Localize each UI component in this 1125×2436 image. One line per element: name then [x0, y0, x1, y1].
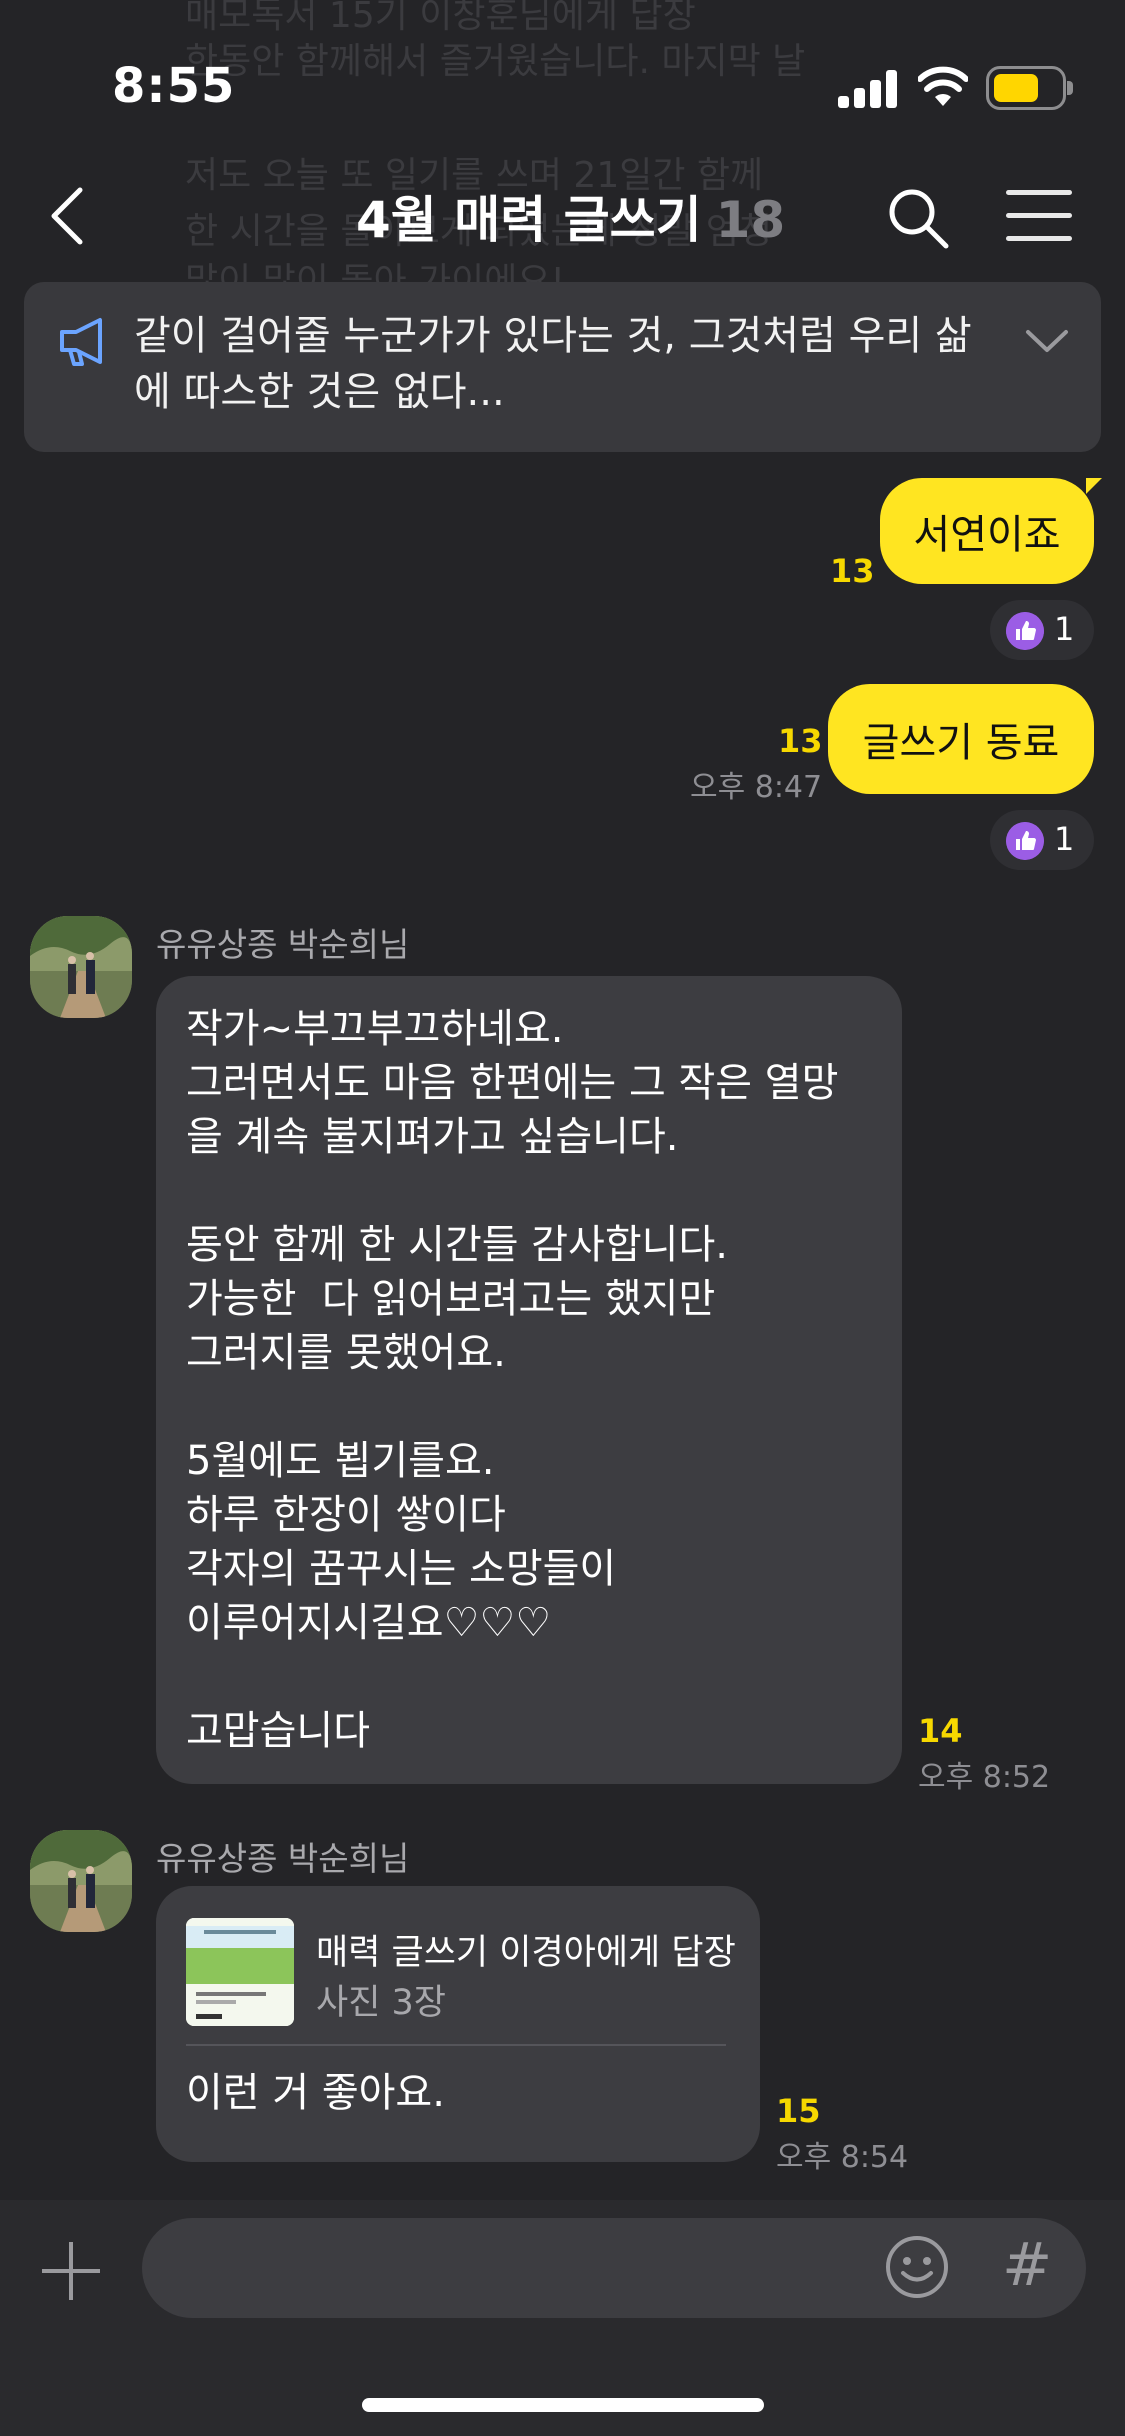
unread-count: 13	[830, 552, 875, 590]
avatar[interactable]	[30, 916, 132, 1018]
reaction-badge[interactable]: 1	[990, 600, 1094, 660]
hashtag-icon[interactable]: #	[1002, 2230, 1052, 2300]
megaphone-icon	[60, 318, 102, 366]
thumbs-up-icon	[1006, 822, 1044, 860]
battery-icon	[986, 66, 1073, 110]
emoji-icon[interactable]	[884, 2234, 950, 2300]
message-line: 을 계속 불지펴가고 싶습니다.	[186, 1114, 679, 1160]
message-line	[186, 1380, 872, 1434]
message-line: 가능한 다 읽어보려고는 했지만	[186, 1276, 716, 1322]
message-time: 오후 8:54	[776, 2140, 909, 2175]
cellular-signal-icon	[838, 70, 898, 108]
received-message-bubble[interactable]: 매력 글쓰기 이경아에게 답장 사진 3장 이런 거 좋아요.	[156, 1886, 760, 2162]
reply-title: 매력 글쓰기 이경아에게 답장	[316, 1933, 736, 1973]
sender-name: 유유상종 박순희님	[156, 1839, 410, 1878]
background-text-line: 매모독서 15기 이창훈님에게 답장	[185, 0, 696, 36]
notice-text: 같이 걸어줄 누군가가 있다는 것, 그것처럼 우리 삶에 따스한 것은 없다.…	[134, 313, 972, 415]
message-line: 그러지를 못했어요.	[186, 1330, 506, 1376]
wifi-icon	[918, 66, 968, 106]
unread-count: 14	[918, 1712, 963, 1750]
my-message-bubble[interactable]: 글쓰기 동료	[828, 684, 1094, 794]
status-time: 8:55	[112, 58, 236, 114]
reply-reference[interactable]: 매력 글쓰기 이경아에게 답장 사진 3장	[186, 1918, 736, 2028]
background-text-line: 한동안 함께해서 즐거웠습니다. 마지막 날	[185, 41, 806, 82]
thumbs-up-icon	[1006, 612, 1044, 650]
search-icon[interactable]	[884, 184, 954, 254]
divider	[186, 2044, 726, 2046]
received-message-bubble[interactable]: 작가~부끄부끄하네요. 그러면서도 마음 한편에는 그 작은 열망 을 계속 불…	[156, 976, 902, 1784]
message-line: 5월에도 뵙기를요.	[186, 1438, 495, 1484]
message-line	[186, 1650, 872, 1704]
message-line: 하루 한장이 쌓이다	[186, 1492, 506, 1538]
sender-name: 유유상종 박순희님	[156, 925, 410, 964]
member-count: 18	[715, 191, 786, 249]
reply-thumbnail-image	[186, 1918, 294, 2026]
reaction-badge[interactable]: 1	[990, 810, 1094, 870]
menu-icon[interactable]	[1006, 190, 1072, 242]
notice-banner[interactable]: 같이 걸어줄 누군가가 있다는 것, 그것처럼 우리 삶에 따스한 것은 없다.…	[24, 282, 1101, 452]
message-line: 이루어지시길요♡♡♡	[186, 1600, 552, 1646]
reaction-count: 1	[1054, 610, 1075, 648]
unread-count: 15	[776, 2092, 821, 2130]
home-indicator[interactable]	[362, 2398, 764, 2412]
chat-room-title: 4월 매력 글쓰기 18	[356, 180, 785, 252]
reply-subtitle: 사진 3장	[316, 1983, 446, 2023]
message-line: 각자의 꿈꾸시는 소망들이	[186, 1546, 617, 1592]
avatar[interactable]	[30, 1830, 132, 1932]
room-name: 4월 매력 글쓰기	[356, 191, 702, 249]
reaction-count: 1	[1054, 820, 1075, 858]
message-line: 동안 함께 한 시간들 감사합니다.	[186, 1222, 728, 1268]
message-text: 서연이죠	[913, 512, 1061, 558]
back-arrow-icon[interactable]	[46, 186, 106, 246]
message-line: 고맙습니다	[186, 1708, 370, 1754]
chevron-down-icon[interactable]	[1022, 320, 1072, 360]
message-line	[186, 1164, 872, 1218]
plus-icon[interactable]	[42, 2242, 100, 2300]
unread-count: 13	[778, 722, 823, 760]
message-time: 오후 8:47	[690, 770, 823, 805]
message-text: 이런 거 좋아요.	[186, 2070, 445, 2116]
message-text: 글쓰기 동료	[862, 720, 1060, 766]
message-line: 작가~부끄부끄하네요.	[186, 1006, 564, 1052]
message-time: 오후 8:52	[918, 1760, 1051, 1795]
my-message-bubble[interactable]: 서연이죠	[880, 478, 1094, 584]
bubble-tail	[1086, 478, 1102, 494]
message-line: 그러면서도 마음 한편에는 그 작은 열망	[186, 1060, 839, 1106]
